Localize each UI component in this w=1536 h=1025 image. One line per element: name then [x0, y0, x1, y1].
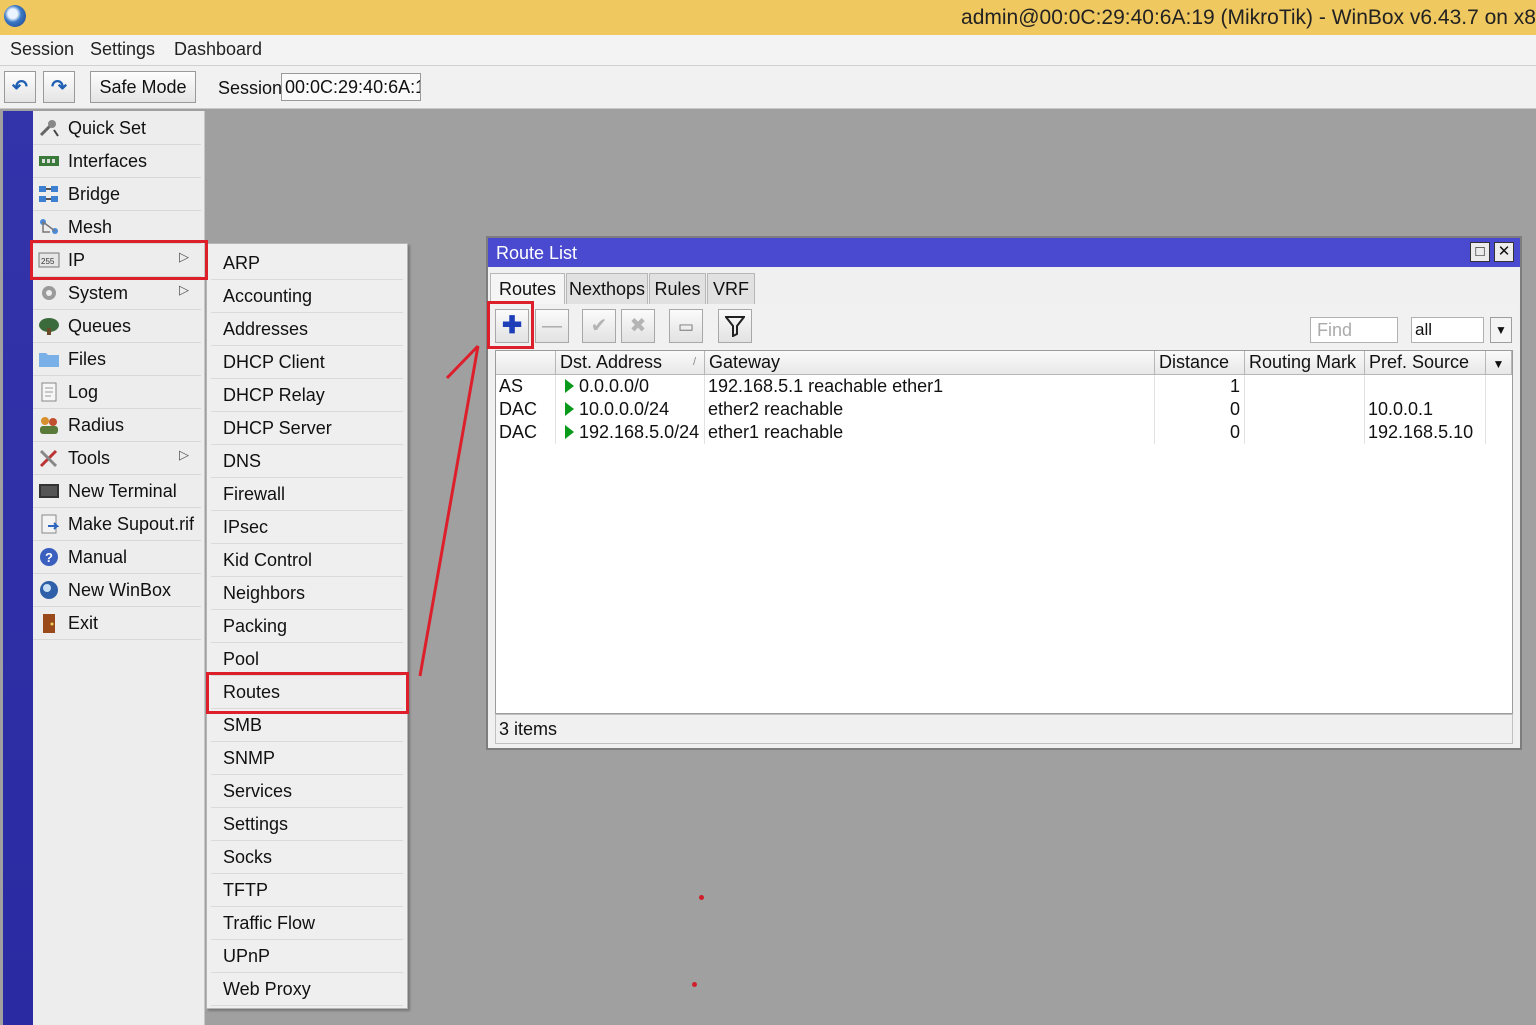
annotation-arrow	[418, 344, 480, 677]
annotation-dot	[692, 982, 697, 987]
annotation-dot	[699, 895, 704, 900]
